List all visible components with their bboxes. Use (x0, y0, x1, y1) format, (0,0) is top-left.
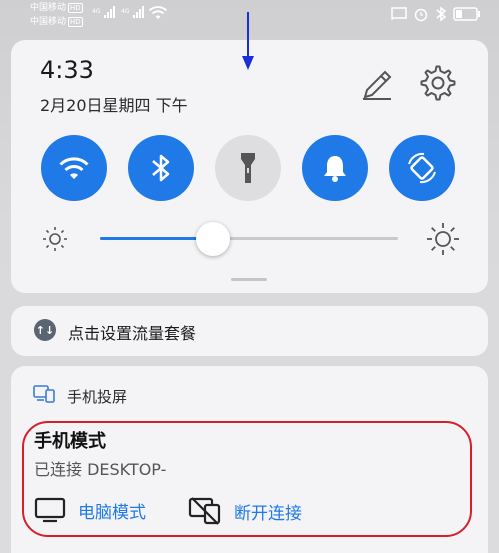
bell-icon (324, 156, 346, 182)
clock-date: 2月20日星期四 下午 (40, 96, 188, 115)
settings-gear-icon[interactable] (419, 64, 457, 102)
flashlight-icon (241, 153, 255, 183)
auto-rotate-toggle[interactable] (389, 135, 455, 201)
bluetooth-toggle[interactable] (128, 135, 194, 201)
edit-pencil-icon[interactable] (359, 66, 395, 102)
rotate-icon (408, 152, 436, 184)
clock-time: 4:33 (40, 56, 94, 84)
flashlight-toggle[interactable] (215, 135, 281, 201)
brightness-low-icon (43, 227, 67, 251)
wifi-status-icon (148, 6, 168, 19)
signal-1-icon: 4G (92, 6, 115, 18)
carrier-2: 中国移动 HD (30, 17, 83, 27)
brightness-high-icon (427, 223, 459, 255)
brightness-slider-thumb[interactable] (196, 222, 231, 256)
down-arrow-annotation (242, 12, 254, 70)
battery-icon (453, 7, 480, 21)
alarm-icon (414, 8, 428, 22)
sound-toggle[interactable] (302, 135, 368, 201)
wifi-icon (59, 157, 89, 179)
expand-handle[interactable] (231, 278, 267, 281)
svg-text:4G: 4G (92, 8, 101, 15)
highlight-annotation (22, 421, 472, 537)
svg-text:4G: 4G (121, 8, 130, 15)
cast-status-icon (391, 7, 407, 21)
bluetooth-icon (152, 154, 170, 182)
data-plan-label[interactable]: 点击设置流量套餐 (68, 320, 196, 344)
projection-icon (33, 385, 55, 403)
carrier-1: 中国移动 HD (30, 3, 83, 13)
data-traffic-icon: ↑↓ (34, 319, 56, 341)
wifi-toggle[interactable] (41, 135, 107, 201)
brightness-slider[interactable] (100, 237, 398, 240)
bluetooth-status-icon (436, 6, 447, 22)
signal-2-icon: 4G (121, 6, 144, 18)
projection-title: 手机投屏 (67, 388, 128, 406)
